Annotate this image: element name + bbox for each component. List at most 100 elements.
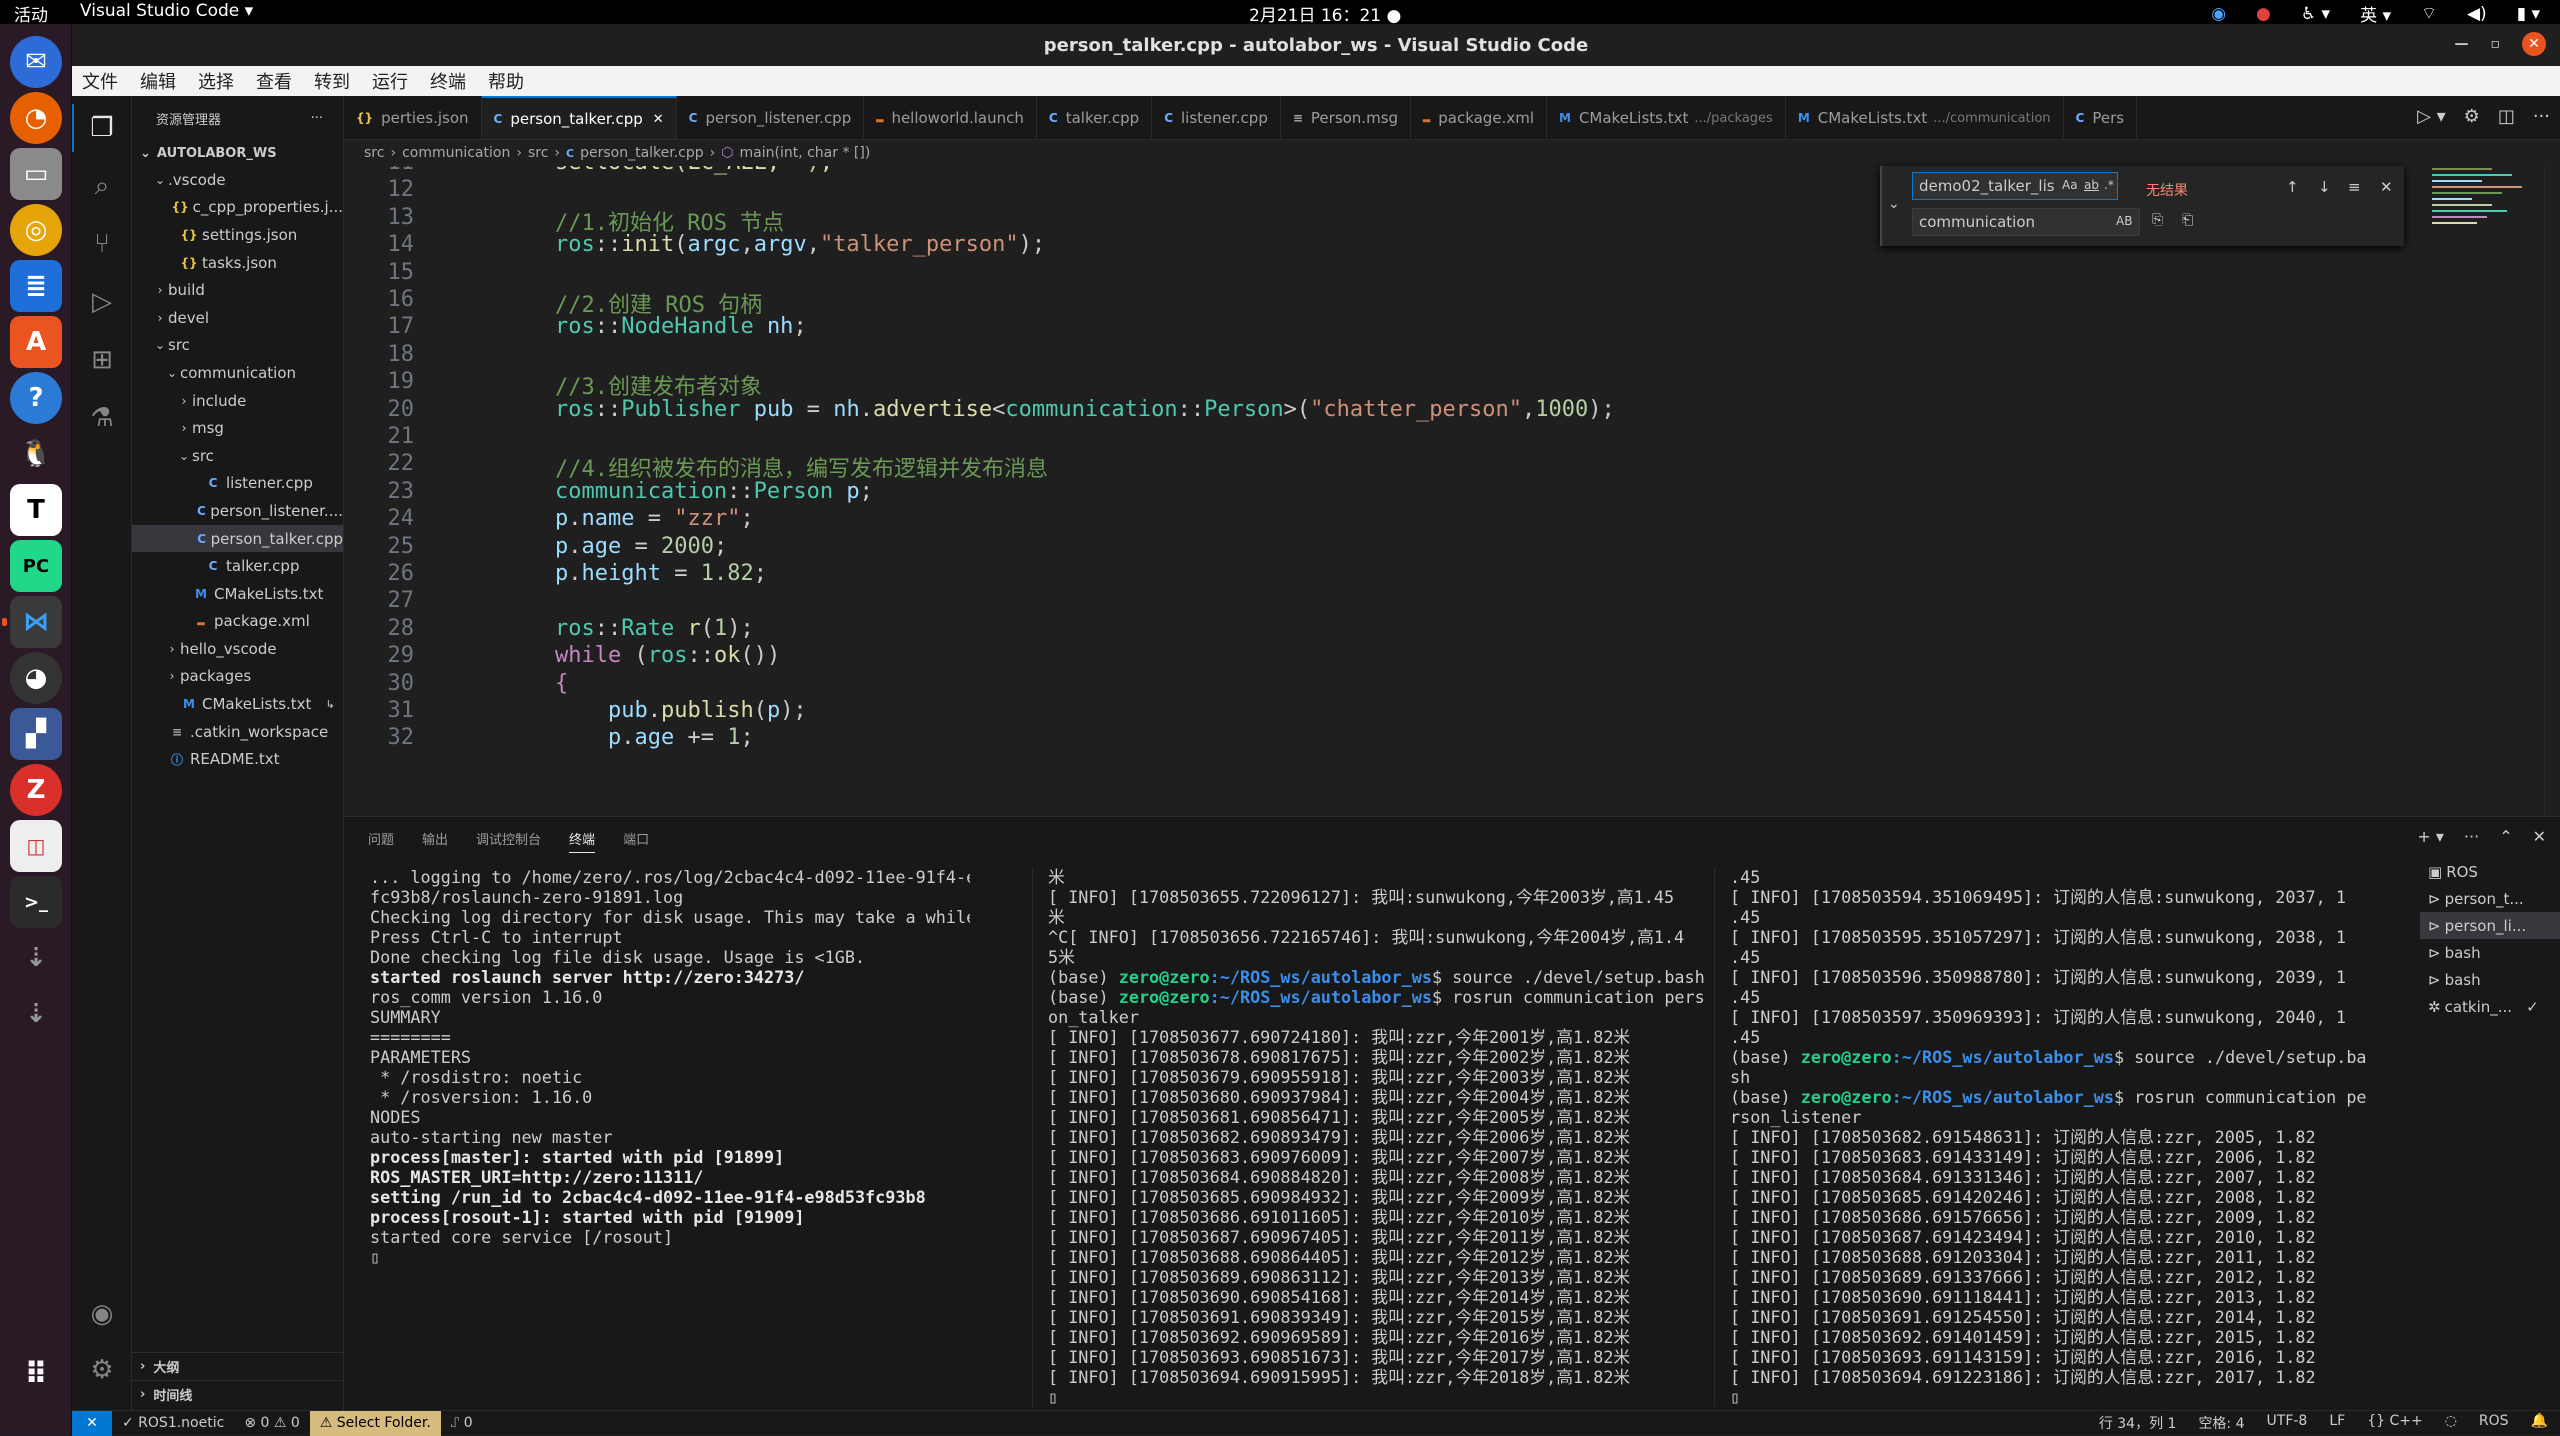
thunderbird-icon[interactable]: ✉ (10, 36, 62, 88)
tab-perties-json[interactable]: {} perties.json (344, 96, 482, 139)
code-line[interactable]: pub.publish(p); (502, 698, 807, 723)
tab-person-msg[interactable]: ≡ Person.msg (1281, 96, 1412, 139)
panel-tab[interactable]: 终端 (569, 829, 596, 853)
tree-item[interactable]: Clistener.cpp (132, 470, 343, 498)
writer-icon[interactable]: ≣ (10, 260, 62, 312)
tree-item[interactable]: {} settings.json (132, 221, 343, 249)
tree-item[interactable]: › hello_vscode (132, 635, 343, 663)
testing-icon[interactable]: ⚗ (84, 400, 120, 436)
terminal-divider[interactable] (1714, 867, 1715, 1407)
menu-item[interactable]: 帮助 (488, 68, 524, 94)
tab-person-listener-cpp[interactable]: Cperson_listener.cpp (677, 96, 865, 139)
select-folder-status[interactable]: ⚠ Select Folder. (309, 1410, 441, 1436)
tab-package-xml[interactable]: ⑉ package.xml (1411, 96, 1547, 139)
match-case-icon[interactable]: Aa (2062, 178, 2078, 192)
terminal-app-icon[interactable]: >_ (10, 876, 62, 928)
maximize-panel-icon[interactable]: ⌃ (2499, 827, 2512, 846)
editor-scrollbar[interactable] (2544, 166, 2560, 816)
tab-helloworld-launch[interactable]: ⑉ helloworld.launch (864, 96, 1037, 139)
close-panel-icon[interactable]: ✕ (2533, 827, 2546, 846)
encoding-status[interactable]: UTF-8 (2267, 1413, 2308, 1433)
cursor-position[interactable]: 行 34，列 1 (2099, 1413, 2177, 1433)
maximize-icon[interactable]: ▫ (2491, 36, 2501, 52)
run-icon[interactable]: ▷ ▾ (2417, 106, 2446, 127)
explorer-icon[interactable]: ❐ (72, 104, 120, 152)
more-actions-icon[interactable]: ··· (2533, 106, 2550, 127)
menu-item[interactable]: 编辑 (140, 68, 176, 94)
menu-item[interactable]: 文件 (82, 68, 118, 94)
outline-section[interactable]: › 大纲 (132, 1352, 344, 1380)
panel-tab[interactable]: 调试控制台 (476, 829, 541, 853)
tree-item[interactable]: ⌄ src (132, 332, 343, 360)
sync-icon[interactable]: ◌ (2445, 1413, 2457, 1433)
tree-item[interactable]: M CMakeLists.txt (132, 580, 343, 608)
panel-more-icon[interactable]: ··· (2464, 827, 2479, 846)
extensions-icon[interactable]: ⊞ (84, 342, 120, 378)
code-editor[interactable]: 1112131415161718192021222324252627282930… (344, 166, 2560, 816)
tree-item[interactable]: › msg (132, 414, 343, 442)
code-line[interactable]: ros::init(argc,argv,"talker_person"); (502, 232, 1045, 257)
preserve-case-icon[interactable]: AB (2116, 214, 2132, 228)
find-in-selection-icon[interactable]: ≡ (2348, 178, 2361, 196)
tree-item[interactable]: › devel (132, 304, 343, 332)
code-line[interactable]: ros::NodeHandle nh; (502, 314, 807, 339)
regex-icon[interactable]: .* (2104, 178, 2114, 192)
tree-item[interactable]: {} tasks.json (132, 249, 343, 277)
code-line[interactable]: while (ros::ok()) (502, 643, 780, 668)
code-line[interactable]: { (502, 671, 568, 696)
terminal-person-listener[interactable]: .45[ INFO] [1708503594.351069495]: 订阅的人信… (1730, 867, 2430, 1407)
vscode-icon[interactable]: ⋈ (2, 596, 62, 648)
split-editor-icon[interactable]: ◫ (2498, 106, 2515, 127)
settings-gear-icon[interactable]: ⚙ (2464, 106, 2480, 127)
breadcrumb-item[interactable]: communication (402, 145, 510, 161)
breadcrumb-item[interactable]: src (528, 145, 548, 161)
battery-icon[interactable]: ▮ ▾ (2517, 4, 2540, 24)
tab-listener-cpp[interactable]: Clistener.cpp (1152, 96, 1281, 139)
firefox-icon[interactable]: ◔ (10, 92, 62, 144)
tree-item[interactable]: ⌄ .vscode (132, 166, 343, 194)
accounts-icon[interactable]: ◉ (84, 1296, 120, 1332)
accessibility-icon[interactable]: ♿ ▾ (2301, 4, 2330, 24)
tab-cmakelists-txt[interactable]: M CMakeLists.txt .../packages (1547, 96, 1786, 139)
breadcrumb-item[interactable]: person_talker.cpp (580, 145, 704, 161)
code-line[interactable]: p.name = "zzr"; (502, 506, 754, 531)
help-icon[interactable]: ? (10, 372, 62, 424)
tab-talker-cpp[interactable]: Ctalker.cpp (1037, 96, 1153, 139)
whole-word-icon[interactable]: ab (2084, 178, 2099, 192)
app-menu[interactable]: Visual Studio Code ▾ (80, 1, 253, 21)
reader-icon[interactable]: ◫ (10, 820, 62, 872)
terminal-list-item[interactable]: ⊳ person_li... (2420, 912, 2560, 939)
terminal-roscore[interactable]: ... logging to /home/zero/.ros/log/2cbac… (370, 867, 970, 1407)
qq-icon[interactable]: 🐧 (10, 428, 62, 480)
breadcrumb-item[interactable]: src (364, 145, 384, 161)
software-center-icon[interactable]: A (10, 316, 62, 368)
terminal-list-item[interactable]: ⊳ bash (2420, 966, 2560, 993)
tree-item[interactable]: ≡ .catkin_workspace (132, 718, 343, 746)
record-icon[interactable]: ● (2256, 4, 2271, 24)
github-icon[interactable]: ◕ (10, 652, 62, 704)
tree-item[interactable]: {} c_cpp_properties.j... (132, 194, 343, 222)
next-match-icon[interactable]: ↓ (2318, 178, 2331, 196)
tree-item[interactable]: M CMakeLists.txt ↳ (132, 690, 343, 718)
typora-icon[interactable]: T (10, 484, 62, 536)
tree-item[interactable]: Ctalker.cpp (132, 552, 343, 580)
tree-item[interactable]: › include (132, 387, 343, 415)
files-icon[interactable]: ▭ (10, 148, 62, 200)
new-terminal-icon[interactable]: + ▾ (2417, 827, 2444, 846)
panel-tab[interactable]: 输出 (422, 829, 448, 853)
usb-drive-2-icon[interactable]: ⇣ (10, 988, 62, 1040)
code-line[interactable]: ros::Publisher pub = nh.advertise<commun… (502, 397, 1615, 422)
menu-item[interactable]: 运行 (372, 68, 408, 94)
tree-item[interactable]: ⌄ src (132, 442, 343, 470)
show-apps-icon[interactable]: ⠿ (10, 1348, 62, 1400)
indentation-status[interactable]: 空格: 4 (2198, 1413, 2244, 1433)
volume-icon[interactable]: ◀) (2467, 4, 2487, 24)
system-tray[interactable]: ◉ ● ♿ ▾ 英 ▾ ⌔ ◀) ▮ ▾ (2211, 1, 2540, 27)
panel-tab[interactable]: 问题 (368, 829, 394, 853)
tree-item[interactable]: ⓘ README.txt (132, 745, 343, 773)
minimize-icon[interactable]: — (2455, 36, 2469, 52)
notifications-bell-icon[interactable]: 🔔 (2531, 1413, 2548, 1433)
previous-match-icon[interactable]: ↑ (2286, 178, 2299, 196)
toggle-replace-icon[interactable]: ⌄ (1888, 196, 1900, 212)
manage-gear-icon[interactable]: ⚙ (84, 1352, 120, 1388)
